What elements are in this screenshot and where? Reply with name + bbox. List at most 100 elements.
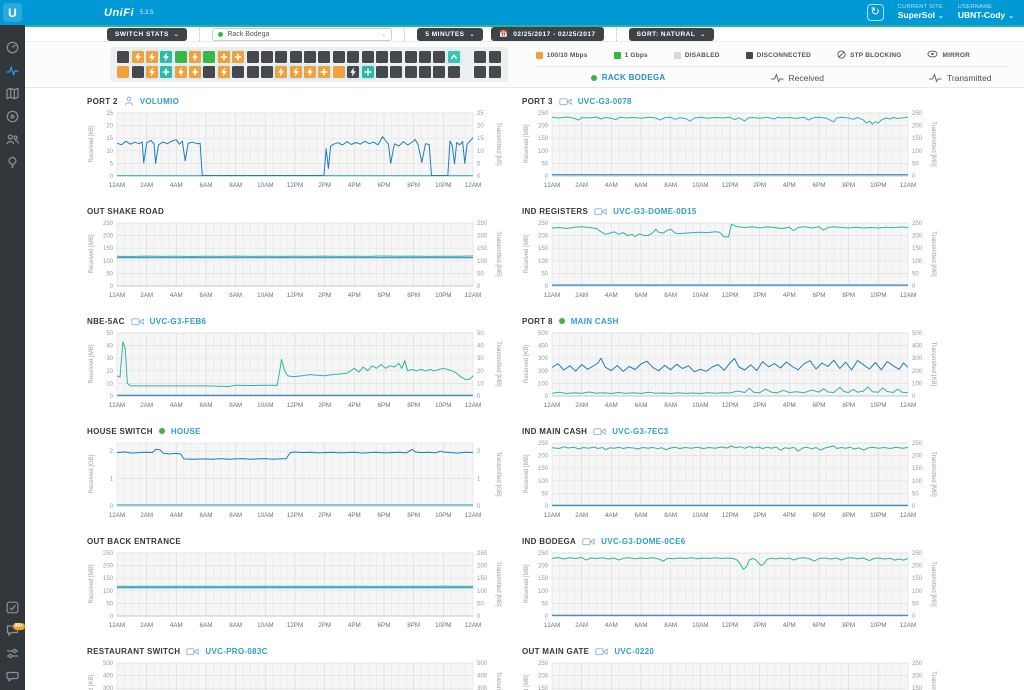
device-link[interactable]: VOLUMIO	[140, 97, 179, 106]
sidebar-item-clients[interactable]	[0, 130, 25, 153]
port-39-plus-100m[interactable]	[318, 66, 330, 78]
port-38-poe-100m[interactable]	[304, 66, 316, 78]
port-36-poe-100m[interactable]	[275, 66, 287, 78]
port-34-disconnected[interactable]	[247, 66, 259, 78]
port-8-plus-100m[interactable]	[218, 51, 230, 63]
port-2-poe-100m[interactable]	[132, 51, 144, 63]
svg-text:10PM: 10PM	[870, 292, 886, 299]
refresh-icon[interactable]: ↻	[867, 4, 884, 21]
port-13-disconnected[interactable]	[290, 51, 302, 63]
sfp-port-4-disconnected[interactable]	[489, 66, 501, 78]
port-10-disconnected[interactable]	[247, 51, 259, 63]
device-link[interactable]: UVC-0220	[614, 647, 654, 656]
port-42-plus-1g[interactable]	[362, 66, 374, 78]
sidebar-item-insights[interactable]	[0, 153, 25, 176]
legend-item-disabled: DISABLED	[674, 52, 720, 59]
port-17-disconnected[interactable]	[347, 51, 359, 63]
sidebar-item-events[interactable]	[0, 598, 25, 621]
port-37-poe-100m[interactable]	[290, 66, 302, 78]
port-12-disconnected[interactable]	[275, 51, 287, 63]
port-26-disconnected[interactable]	[132, 66, 144, 78]
sidebar-item-alerts[interactable]: 99+	[0, 621, 25, 644]
port-29-poe-100m[interactable]	[175, 66, 187, 78]
port-19-disconnected[interactable]	[376, 51, 388, 63]
interval-dropdown[interactable]: 5 MINUTES ⌄	[417, 28, 483, 41]
port-9-plus-100m[interactable]	[232, 51, 244, 63]
port-21-disconnected[interactable]	[405, 51, 417, 63]
sidebar-item-statistics[interactable]	[0, 61, 25, 84]
legend-item-100-10-mbps: 100/10 Mbps	[536, 52, 588, 59]
ubiquiti-logo-icon[interactable]: U	[3, 3, 22, 22]
chart-out-main-gate: OUT MAIN GATEUVC-02200050501001001501502…	[520, 644, 940, 690]
port-33-disconnected[interactable]	[232, 66, 244, 78]
svg-text:50: 50	[477, 331, 484, 337]
port-24-uplink[interactable]	[448, 51, 460, 63]
chart-port-name: IND REGISTERS	[522, 207, 588, 216]
current-site-dropdown[interactable]: CURRENT SITE SuperSol⌄	[898, 4, 944, 20]
port-47-disconnected[interactable]	[433, 66, 445, 78]
port-1-disconnected[interactable]	[117, 51, 129, 63]
svg-text:2AM: 2AM	[140, 512, 153, 519]
port-30-plus-100m[interactable]	[189, 66, 201, 78]
port-27-poe-100m[interactable]	[146, 66, 158, 78]
port-row-1	[116, 51, 502, 63]
device-link[interactable]: UVC-G3-7EC3	[612, 427, 668, 436]
port-14-disconnected[interactable]	[304, 51, 316, 63]
port-32-poe-100m[interactable]	[218, 66, 230, 78]
port-22-disconnected[interactable]	[419, 51, 431, 63]
device-link[interactable]: UVC-G3-0078	[578, 97, 632, 106]
port-15-disconnected[interactable]	[318, 51, 330, 63]
online-dot-icon	[218, 32, 223, 37]
transmitted-legend: Transmitted	[929, 73, 992, 83]
port-3-poe-100m[interactable]	[146, 51, 158, 63]
device-link[interactable]: UVC-PRO-083C	[205, 647, 267, 656]
port-31-disconnected[interactable]	[203, 66, 215, 78]
port-45-disconnected[interactable]	[405, 66, 417, 78]
port-35-disconnected[interactable]	[261, 66, 273, 78]
port-11-disconnected[interactable]	[261, 51, 273, 63]
port-44-disconnected[interactable]	[390, 66, 402, 78]
svg-text:50: 50	[477, 601, 484, 607]
device-link[interactable]: UVC-G3-DOME-0CE6	[601, 537, 685, 546]
sort-dropdown[interactable]: SORT: NATURAL ⌄	[629, 28, 714, 41]
port-28-plus-1g[interactable]	[160, 66, 172, 78]
port-4-poe-1g[interactable]	[160, 51, 172, 63]
port-25-100m[interactable]	[117, 66, 129, 78]
svg-text:400: 400	[912, 344, 923, 350]
svg-text:4AM: 4AM	[605, 622, 618, 629]
sidebar-item-settings[interactable]	[0, 644, 25, 667]
sidebar-item-devices[interactable]	[0, 107, 25, 130]
svg-text:12AM: 12AM	[544, 512, 560, 519]
port-16-disconnected[interactable]	[333, 51, 345, 63]
svg-text:6PM: 6PM	[813, 622, 826, 629]
device-link[interactable]: UVC-G3-DOME-0D15	[613, 207, 696, 216]
port-48-disconnected[interactable]	[448, 66, 460, 78]
port-23-disconnected[interactable]	[433, 51, 445, 63]
port-6-poe-100m[interactable]	[189, 51, 201, 63]
chart-port-name: RESTAURANT SWITCH	[87, 647, 180, 656]
svg-text:4AM: 4AM	[605, 512, 618, 519]
sfp-port-3-disconnected[interactable]	[474, 66, 486, 78]
switch-stats-dropdown[interactable]: SWITCH STATS ⌄	[107, 28, 187, 41]
username-dropdown[interactable]: USERNAME UBNT-Cody⌄	[958, 4, 1014, 20]
sfp-port-2-disconnected[interactable]	[489, 51, 501, 63]
username-value: UBNT-Cody	[958, 10, 1005, 20]
port-43-disconnected[interactable]	[376, 66, 388, 78]
port-7-1g[interactable]	[203, 51, 215, 63]
port-40-100m[interactable]	[333, 66, 345, 78]
svg-text:12AM: 12AM	[544, 182, 560, 189]
sidebar-item-dashboard[interactable]	[0, 38, 25, 61]
port-18-disconnected[interactable]	[362, 51, 374, 63]
device-link[interactable]: UVC-G3-FEB6	[150, 317, 207, 326]
device-link[interactable]: HOUSE	[171, 427, 201, 436]
port-20-disconnected[interactable]	[390, 51, 402, 63]
port-46-disconnected[interactable]	[419, 66, 431, 78]
device-select[interactable]: Rack Bodega ⌄	[212, 28, 392, 41]
port-41-poe-down[interactable]	[347, 66, 359, 78]
sidebar-item-chat[interactable]	[0, 667, 25, 690]
sidebar-item-map[interactable]	[0, 84, 25, 107]
date-range-picker[interactable]: 📅 02/25/2017 - 02/25/2017	[491, 27, 604, 41]
sfp-port-1-disconnected[interactable]	[474, 51, 486, 63]
device-link[interactable]: MAIN CASH	[571, 317, 619, 326]
port-5-1g[interactable]	[175, 51, 187, 63]
